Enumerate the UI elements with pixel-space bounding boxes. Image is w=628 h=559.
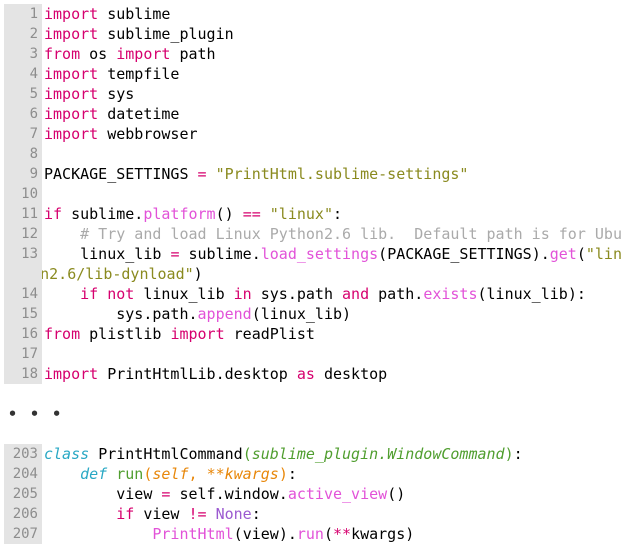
code-line[interactable]: 16 from plistlib import readPlist xyxy=(0,324,628,344)
code-block-bottom: 203 class PrintHtmlCommand(sublime_plugi… xyxy=(0,444,628,544)
line-content: linux_lib = sublime.load_settings(PACKAG… xyxy=(44,245,622,263)
line-content: PACKAGE_SETTINGS = "PrintHtml.sublime-se… xyxy=(44,165,469,183)
line-content: import sublime xyxy=(44,5,171,23)
line-number: 10 xyxy=(4,184,42,204)
line-content: def run(self, **kwargs): xyxy=(80,465,297,483)
code-line[interactable]: 206 if view != None: xyxy=(0,504,628,524)
line-content: import tempfile xyxy=(44,65,180,83)
line-number: 205 xyxy=(4,484,42,504)
line-content: import datetime xyxy=(44,105,180,123)
code-line[interactable]: 3 from os import path xyxy=(0,44,628,64)
line-number-placeholder xyxy=(4,264,42,284)
code-screenshot: 1 import sublime 2 import sublime_plugin… xyxy=(0,0,628,559)
line-content: class PrintHtmlCommand(sublime_plugin.Wi… xyxy=(44,445,523,463)
line-number: 14 xyxy=(4,284,42,304)
block-gap-lower xyxy=(0,424,628,444)
line-number: 11 xyxy=(4,204,42,224)
code-line[interactable]: 9 PACKAGE_SETTINGS = "PrintHtml.sublime-… xyxy=(0,164,628,184)
line-number: 207 xyxy=(4,524,42,544)
line-content: view = self.window.active_view() xyxy=(44,485,406,503)
code-line[interactable]: 1 import sublime xyxy=(0,4,628,24)
line-number: 204 xyxy=(4,464,42,484)
code-line[interactable]: 12 # Try and load Linux Python2.6 lib. D… xyxy=(0,224,628,244)
line-number: 203 xyxy=(4,444,42,464)
code-block-top: 1 import sublime 2 import sublime_plugin… xyxy=(0,4,628,384)
code-line[interactable]: 5 import sys xyxy=(0,84,628,104)
code-line[interactable]: 207 PrintHtml(view).run(**kwargs) xyxy=(0,524,628,544)
code-line[interactable]: 8 xyxy=(0,144,628,164)
code-line[interactable]: 204 def run(self, **kwargs): xyxy=(0,464,628,484)
line-content: import webbrowser xyxy=(44,125,198,143)
code-line[interactable]: 205 view = self.window.active_view() xyxy=(0,484,628,504)
line-number: 5 xyxy=(4,84,42,104)
line-content: sys.path.append(linux_lib) xyxy=(44,305,352,323)
code-line[interactable]: 11 if sublime.platform() == "linux": xyxy=(0,204,628,224)
line-number: 1 xyxy=(4,4,42,24)
line-content: if sublime.platform() == "linux": xyxy=(44,205,343,223)
code-line[interactable]: 18 import PrintHtmlLib.desktop as deskto… xyxy=(0,364,628,384)
code-line[interactable]: 10 xyxy=(0,184,628,204)
block-gap-upper xyxy=(0,384,628,404)
line-content: import sublime_plugin xyxy=(44,25,234,43)
code-line[interactable]: 4 import tempfile xyxy=(0,64,628,84)
line-number: 13 xyxy=(4,244,42,264)
line-number: 2 xyxy=(4,24,42,44)
code-line[interactable]: 7 import webbrowser xyxy=(0,124,628,144)
line-number: 16 xyxy=(4,324,42,344)
line-number: 4 xyxy=(4,64,42,84)
code-elision-marker: • • • xyxy=(0,404,628,424)
code-line[interactable]: 17 xyxy=(0,344,628,364)
code-line-wrapped[interactable]: ython2.6/lib-dynload") xyxy=(0,264,628,284)
code-line[interactable]: 14 if not linux_lib in sys.path and path… xyxy=(0,284,628,304)
code-line[interactable]: 15 sys.path.append(linux_lib) xyxy=(0,304,628,324)
line-number: 3 xyxy=(4,44,42,64)
line-number: 6 xyxy=(4,104,42,124)
line-content: import PrintHtmlLib.desktop as desktop xyxy=(44,365,388,383)
code-line[interactable]: 203 class PrintHtmlCommand(sublime_plugi… xyxy=(0,444,628,464)
line-content: if not linux_lib in sys.path and path.ex… xyxy=(80,285,586,303)
code-line[interactable]: 13 linux_lib = sublime.load_settings(PAC… xyxy=(0,244,628,264)
line-content: from plistlib import readPlist xyxy=(44,325,315,343)
line-number: 206 xyxy=(4,504,42,524)
line-number: 17 xyxy=(4,344,42,364)
code-line[interactable]: 2 import sublime_plugin xyxy=(0,24,628,44)
line-content: # Try and load Linux Python2.6 lib. Defa… xyxy=(44,225,622,243)
line-number: 12 xyxy=(4,224,42,244)
line-content: PrintHtml(view).run(**kwargs) xyxy=(152,525,415,543)
line-content: import sys xyxy=(44,85,135,103)
line-number: 8 xyxy=(4,144,42,164)
line-content: from os import path xyxy=(44,45,216,63)
code-line[interactable]: 6 import datetime xyxy=(0,104,628,124)
line-number: 18 xyxy=(4,364,42,384)
line-number: 15 xyxy=(4,304,42,324)
line-number: 7 xyxy=(4,124,42,144)
line-content: if view != None: xyxy=(116,505,261,523)
line-number: 9 xyxy=(4,164,42,184)
ellipsis-icon: • • • xyxy=(8,405,64,423)
